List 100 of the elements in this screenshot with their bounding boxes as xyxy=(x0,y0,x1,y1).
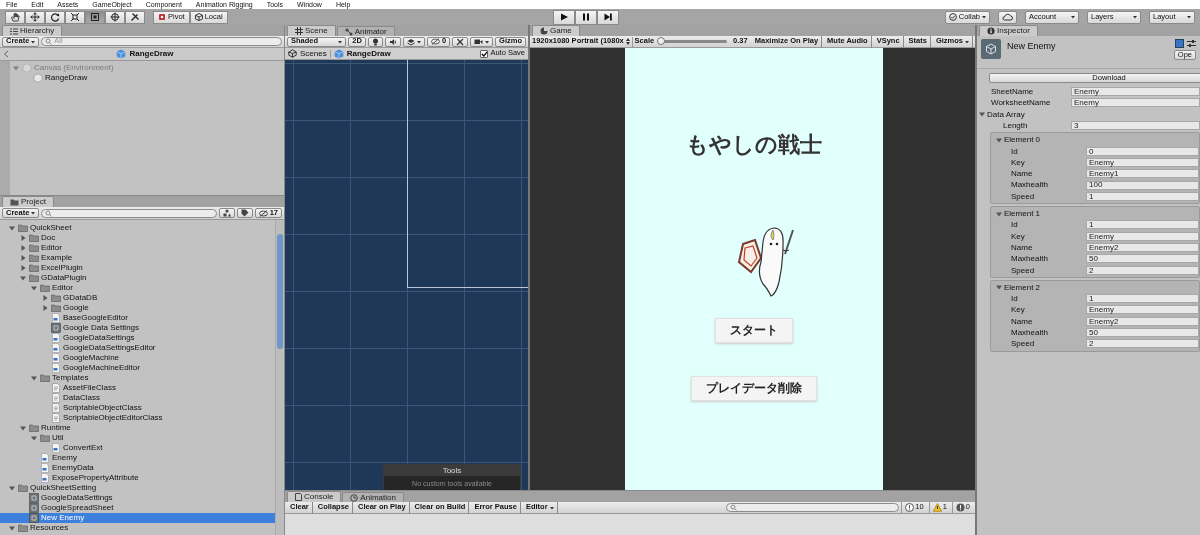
tree-item[interactable]: Enemy xyxy=(0,453,275,463)
expand-arrow-icon[interactable] xyxy=(19,264,27,272)
tools-button[interactable] xyxy=(452,36,469,47)
cloud-button[interactable] xyxy=(998,10,1017,24)
tree-item[interactable]: GoogleDataSettings xyxy=(0,493,275,503)
expand-arrow-icon[interactable] xyxy=(41,294,49,302)
expand-arrow-icon[interactable] xyxy=(19,234,27,242)
tree-item[interactable]: Editor xyxy=(0,283,275,293)
scrollbar[interactable] xyxy=(275,220,284,535)
expand-arrow-icon[interactable] xyxy=(19,254,27,262)
breadcrumb-scene[interactable]: RangeDraw xyxy=(346,48,391,59)
text-field[interactable]: 1 xyxy=(1086,294,1199,304)
camera-dropdown[interactable] xyxy=(470,36,494,47)
expand-arrow-icon[interactable] xyxy=(41,304,49,312)
tool-button[interactable] xyxy=(125,10,145,24)
delete-data-button[interactable]: プレイデータ削除 xyxy=(691,376,817,401)
search-field[interactable] xyxy=(41,208,217,218)
tree-item[interactable]: Example xyxy=(0,253,275,263)
expand-arrow-icon[interactable] xyxy=(30,434,38,442)
text-field[interactable]: Enemy2 xyxy=(1086,316,1199,326)
text-field[interactable]: 50 xyxy=(1086,254,1199,264)
play-button[interactable] xyxy=(553,9,576,25)
tree-item[interactable]: ConvertExt xyxy=(0,443,275,453)
tree-item[interactable]: BaseGoogleEditor xyxy=(0,313,275,323)
sliders-icon[interactable] xyxy=(1187,39,1196,48)
step-button[interactable] xyxy=(597,9,620,25)
expand-arrow-icon[interactable] xyxy=(978,110,986,119)
tree-item[interactable]: GDataDB xyxy=(0,293,275,303)
tree-item[interactable]: EnemyData xyxy=(0,463,275,473)
tree-item[interactable]: DataClass xyxy=(0,393,275,403)
text-field[interactable]: Enemy xyxy=(1086,231,1199,241)
text-field[interactable]: Enemy xyxy=(1071,87,1200,97)
lighting-button[interactable] xyxy=(367,36,383,47)
tool-button[interactable] xyxy=(65,10,85,24)
expand-arrow-icon[interactable] xyxy=(8,224,16,232)
text-field[interactable]: Enemy xyxy=(1086,305,1199,315)
tree-item[interactable]: AssetFileClass xyxy=(0,383,275,393)
text-field[interactable]: 1 xyxy=(1086,220,1199,230)
checkbox[interactable] xyxy=(480,49,489,58)
tool-button[interactable] xyxy=(105,10,125,24)
text-field[interactable]: 2 xyxy=(1086,339,1199,349)
expand-arrow-icon[interactable] xyxy=(995,283,1003,292)
tree-item[interactable]: ExcelPlugin xyxy=(0,263,275,273)
tool-button[interactable] xyxy=(85,10,105,24)
slider-thumb[interactable] xyxy=(657,37,666,45)
expand-arrow-icon[interactable] xyxy=(12,64,20,72)
expand-arrow-icon[interactable] xyxy=(30,374,38,382)
tree-item[interactable]: Google xyxy=(0,303,275,313)
text-field[interactable]: 1 xyxy=(1086,191,1199,201)
panel-tab[interactable]: Game xyxy=(532,25,580,36)
text-field[interactable]: Enemy2 xyxy=(1086,243,1199,252)
tree-item[interactable]: ScriptableObjectEditorClass xyxy=(0,413,275,423)
tree-item[interactable]: Templates xyxy=(0,373,275,383)
tree-item[interactable]: GoogleSpreadSheet xyxy=(0,503,275,513)
expand-arrow-icon[interactable] xyxy=(19,424,27,432)
tree-item[interactable]: Editor xyxy=(0,243,275,253)
tree-item[interactable]: GoogleMachine xyxy=(0,353,275,363)
tool-button[interactable] xyxy=(5,10,25,24)
panel-tab[interactable]: Inspector xyxy=(979,25,1038,36)
expand-arrow-icon[interactable] xyxy=(30,284,38,292)
tree-item[interactable]: Runtime xyxy=(0,423,275,433)
filter-type-button[interactable] xyxy=(218,208,235,218)
text-field[interactable]: Enemy xyxy=(1071,98,1200,108)
tree-item[interactable]: GoogleDataSettings xyxy=(0,333,275,343)
text-field[interactable]: Enemy1 xyxy=(1086,169,1199,179)
tree-item[interactable]: ExposePropertyAttribute xyxy=(0,473,275,483)
tree-item[interactable]: GDataPlugin xyxy=(0,273,275,283)
filter-label-button[interactable] xyxy=(236,208,253,218)
text-field[interactable]: 0 xyxy=(1086,146,1199,156)
text-field[interactable]: 2 xyxy=(1086,265,1199,275)
tool-button[interactable] xyxy=(25,10,45,24)
breadcrumb-link[interactable]: Scenes xyxy=(300,48,327,59)
tree-item[interactable]: ScriptableObjectClass xyxy=(0,403,275,413)
effects-dropdown[interactable] xyxy=(402,36,425,47)
expand-arrow-icon[interactable] xyxy=(8,524,16,532)
search-field[interactable] xyxy=(726,503,900,512)
expand-arrow-icon[interactable] xyxy=(19,274,27,282)
text-field[interactable]: 3 xyxy=(1071,121,1200,131)
script-icon[interactable] xyxy=(1175,39,1184,48)
text-field[interactable]: Enemy xyxy=(1086,157,1199,167)
tree-item[interactable]: Resources xyxy=(0,523,275,533)
panel-tab[interactable]: Project xyxy=(2,196,54,207)
panel-tab[interactable]: Scene xyxy=(287,25,336,36)
tree-item[interactable]: RangeDraw xyxy=(10,73,284,83)
tree-item[interactable]: GoogleDataSettingsEditor xyxy=(0,343,275,353)
tree-item[interactable]: Google Data Settings xyxy=(0,323,275,333)
scale-slider[interactable] xyxy=(660,40,728,43)
expand-arrow-icon[interactable] xyxy=(19,244,27,252)
panel-tab[interactable]: Console xyxy=(287,491,342,502)
tree-item[interactable]: Util xyxy=(0,433,275,443)
start-button[interactable]: スタート xyxy=(715,318,793,343)
tree-item[interactable]: New Enemy xyxy=(0,513,275,523)
text-field[interactable]: 100 xyxy=(1086,180,1199,190)
pause-button[interactable] xyxy=(575,9,598,25)
tree-item[interactable]: GoogleMachineEditor xyxy=(0,363,275,373)
audio-button[interactable] xyxy=(384,36,401,47)
tool-button[interactable] xyxy=(45,10,65,24)
text-field[interactable]: 50 xyxy=(1086,328,1199,338)
expand-arrow-icon[interactable] xyxy=(8,484,16,492)
tree-item[interactable]: QuickSheetSetting xyxy=(0,483,275,493)
